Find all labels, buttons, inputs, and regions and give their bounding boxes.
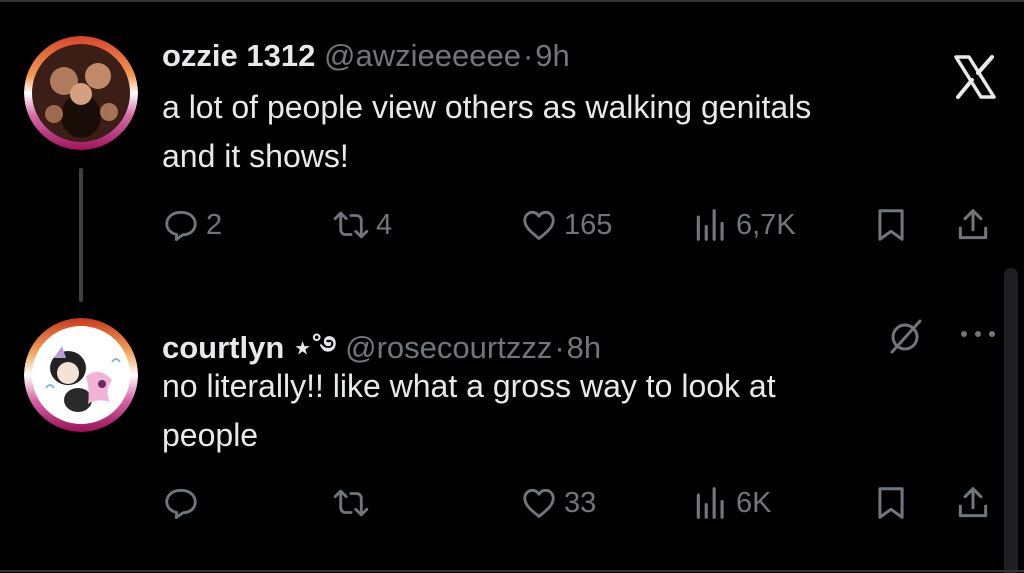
thread-connector <box>79 168 83 302</box>
repost-icon <box>333 489 369 517</box>
repost-button[interactable]: 4 <box>332 206 392 244</box>
views-icon <box>696 209 724 241</box>
reply-icon <box>165 210 197 241</box>
grok-icon[interactable] <box>886 316 926 356</box>
views-count: 6K <box>736 486 772 519</box>
tweet-text: no literally!! like what a gross way to … <box>162 362 982 460</box>
views-button[interactable]: 6,7K <box>692 206 796 244</box>
display-name[interactable]: ozzie 1312 <box>162 38 315 73</box>
like-button[interactable]: 33 <box>520 484 596 522</box>
repost-count: 4 <box>376 208 393 241</box>
avatar[interactable] <box>24 318 138 432</box>
bookmark-icon <box>878 487 904 519</box>
tweet-header: ozzie 1312 @awzieeeeee·9h <box>162 38 570 74</box>
tweet-text-line: people <box>162 417 259 453</box>
timestamp[interactable]: 8h <box>567 330 601 365</box>
tweet-text-line: a lot of people view others as walking g… <box>162 89 812 125</box>
bottom-divider <box>0 570 1024 572</box>
user-handle[interactable]: @rosecourtzzz <box>345 330 552 365</box>
user-handle[interactable]: @awzieeeeee <box>324 38 521 73</box>
repost-icon <box>333 211 369 239</box>
views-icon <box>696 487 724 519</box>
like-count: 33 <box>564 486 597 519</box>
avatar[interactable] <box>24 36 138 150</box>
bookmark-button[interactable] <box>872 484 910 522</box>
views-count: 6,7K <box>736 208 796 241</box>
separator-dot: · <box>554 330 565 365</box>
tweet-actions: 33 6K <box>0 478 1024 528</box>
timestamp[interactable]: 9h <box>535 38 569 73</box>
like-count: 165 <box>564 208 613 241</box>
separator-dot: · <box>522 38 534 73</box>
tweet-text-line: and it shows! <box>162 138 349 174</box>
tweet-text-line: no literally!! like what a gross way to … <box>162 368 776 404</box>
share-icon <box>958 209 988 240</box>
scrollbar[interactable] <box>1004 268 1018 573</box>
bookmark-button[interactable] <box>872 206 910 244</box>
reply-count: 2 <box>206 208 223 241</box>
display-name[interactable]: courtlyn ⋆˚࿔ <box>162 330 337 365</box>
share-icon <box>958 487 988 518</box>
tweet-text: a lot of people view others as walking g… <box>162 83 982 181</box>
more-icon[interactable] <box>958 322 998 346</box>
bookmark-icon <box>878 209 904 241</box>
reply-button[interactable] <box>162 484 200 522</box>
repost-button[interactable] <box>332 484 370 522</box>
views-button[interactable]: 6K <box>692 484 771 522</box>
tweet-actions: 2 4 165 6,7K <box>0 200 1024 250</box>
share-button[interactable] <box>954 484 992 522</box>
heart-icon <box>523 210 555 240</box>
share-button[interactable] <box>954 206 992 244</box>
reply-icon <box>165 488 197 519</box>
heart-icon <box>523 488 555 518</box>
top-divider <box>0 0 1024 2</box>
like-button[interactable]: 165 <box>520 206 612 244</box>
reply-button[interactable]: 2 <box>162 206 222 244</box>
